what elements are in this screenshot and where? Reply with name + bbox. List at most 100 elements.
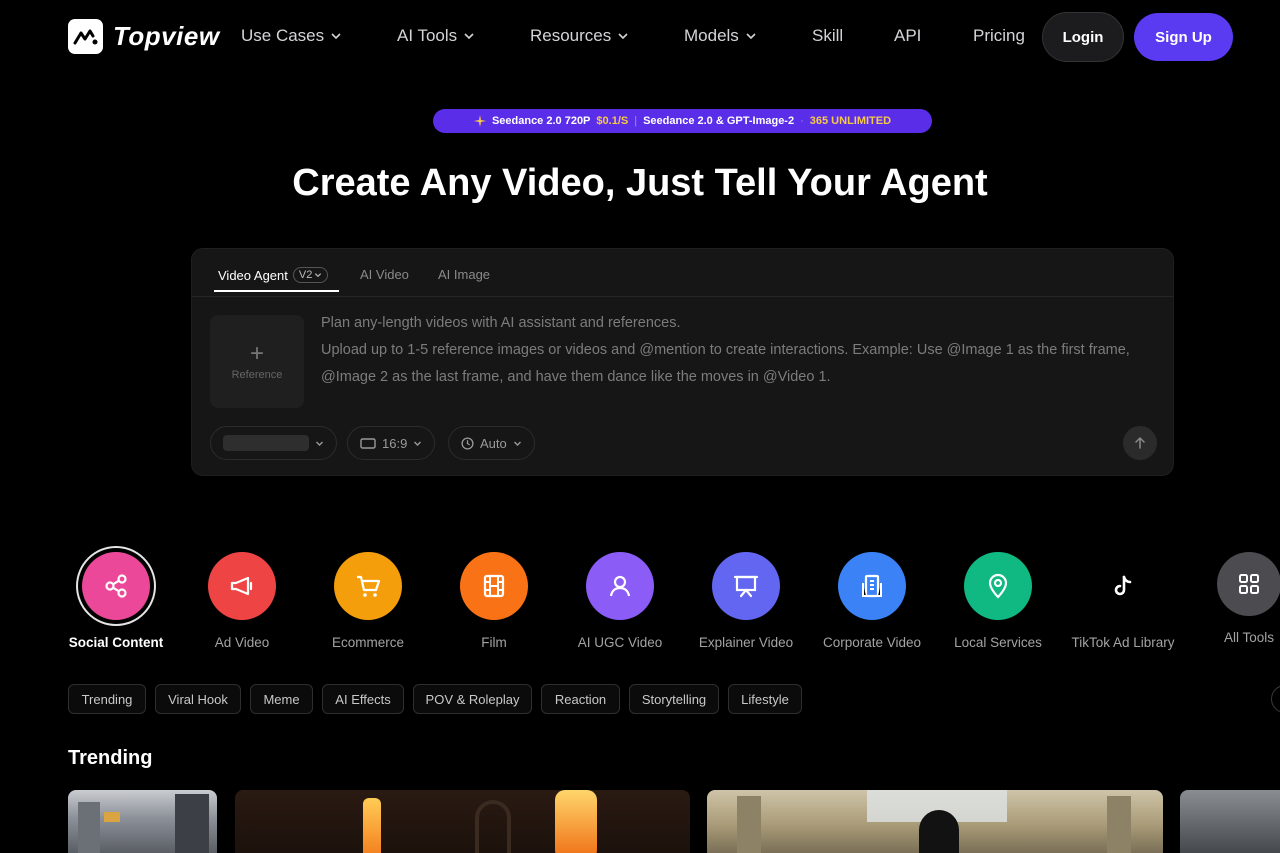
category-corporate-video[interactable]: Corporate Video: [807, 552, 937, 650]
category-explainer-video[interactable]: Explainer Video: [681, 552, 811, 650]
nav-item-label: Use Cases: [241, 26, 325, 45]
category-label: All Tools: [1223, 630, 1275, 645]
chevron-down-icon: [331, 33, 341, 40]
film-icon: [460, 552, 528, 620]
brand-name: Topview: [113, 21, 220, 51]
thumbnail-building-shape: [78, 802, 100, 853]
promo-models-pair: Seedance 2.0 & GPT-Image-2: [643, 115, 795, 127]
nav-pricing[interactable]: Pricing: [973, 26, 1025, 46]
chip-lifestyle[interactable]: Lifestyle: [728, 684, 802, 714]
thumbnail-flame-shape: [555, 790, 597, 853]
brand-logo[interactable]: Topview: [68, 19, 220, 54]
category-label: Ad Video: [214, 635, 270, 650]
megaphone-icon: [208, 552, 276, 620]
promo-divider: |: [634, 115, 638, 127]
chevron-down-icon: [464, 33, 474, 40]
trending-video-thumbnail[interactable]: [707, 790, 1163, 853]
category-local-services[interactable]: Local Services: [933, 552, 1063, 650]
tab-video-agent[interactable]: Video Agent V2: [218, 267, 329, 283]
nav-api[interactable]: API: [894, 26, 921, 46]
category-ad-video[interactable]: Ad Video: [177, 552, 307, 650]
nav-item-label: Pricing: [973, 26, 1025, 45]
prompt-panel: Video Agent V2 AI Video AI Image + Refer…: [191, 248, 1174, 476]
signup-button[interactable]: Sign Up: [1134, 13, 1233, 61]
reference-upload-button[interactable]: + Reference: [210, 315, 304, 408]
reference-label: Reference: [231, 368, 283, 381]
top-nav: Topview Use Cases AI Tools Resources Mod…: [0, 0, 1280, 72]
presentation-icon: [712, 552, 780, 620]
nav-item-label: AI Tools: [397, 26, 458, 45]
person-icon: [586, 552, 654, 620]
plus-icon: +: [249, 339, 264, 367]
version-label: V2: [298, 269, 313, 281]
send-button[interactable]: [1123, 426, 1157, 460]
nav-item-label: Skill: [812, 26, 844, 45]
category-label: TikTok Ad Library: [1071, 635, 1175, 650]
chevron-down-icon: [618, 33, 628, 40]
aspect-ratio-value: 16:9: [382, 435, 408, 451]
logo-mark-icon: [68, 19, 103, 54]
model-name-placeholder: [223, 435, 309, 451]
chevron-down-icon: [315, 273, 322, 278]
hero-title: Create Any Video, Just Tell Your Agent: [292, 162, 988, 204]
prompt-placeholder-line2: Upload up to 1-5 reference images or vid…: [321, 342, 1130, 385]
location-pin-icon: [964, 552, 1032, 620]
chip-storytelling[interactable]: Storytelling: [629, 684, 719, 714]
prompt-input[interactable]: Plan any-length videos with AI assistant…: [321, 310, 1161, 391]
trending-video-thumbnail[interactable]: [235, 790, 690, 853]
building-icon: [838, 552, 906, 620]
nav-skill[interactable]: Skill: [812, 26, 843, 46]
thumbnail-column-shape: [737, 796, 761, 853]
tiktok-icon: [1089, 552, 1157, 620]
aspect-ratio-selector[interactable]: 16:9: [347, 426, 436, 460]
nav-resources[interactable]: Resources: [530, 26, 629, 46]
login-button[interactable]: Login: [1042, 12, 1124, 62]
prompt-placeholder-line1: Plan any-length videos with AI assistant…: [321, 315, 681, 331]
chip-viral-hook[interactable]: Viral Hook: [155, 684, 241, 714]
chevron-down-icon: [316, 441, 323, 446]
category-social-content[interactable]: Social Content: [51, 552, 181, 650]
category-all-tools[interactable]: All Tools: [1184, 552, 1280, 645]
cart-icon: [334, 552, 402, 620]
chip-pov-roleplay[interactable]: POV & Roleplay: [413, 684, 532, 714]
share-icon: [82, 552, 150, 620]
category-label: Corporate Video: [822, 635, 922, 650]
thumbnail-column-shape: [1107, 796, 1131, 853]
chips-scroll-right-button[interactable]: [1271, 685, 1280, 713]
nav-item-label: Resources: [530, 26, 612, 45]
promo-banner[interactable]: Seedance 2.0 720P $0.1/S | Seedance 2.0 …: [433, 109, 932, 133]
chip-trending[interactable]: Trending: [68, 684, 146, 714]
nav-item-label: API: [894, 26, 922, 45]
chip-reaction[interactable]: Reaction: [541, 684, 620, 714]
promo-price: $0.1/S: [596, 115, 629, 127]
nav-ai-tools[interactable]: AI Tools: [397, 26, 475, 46]
category-label: Social Content: [68, 635, 164, 650]
tab-ai-video[interactable]: AI Video: [360, 267, 409, 282]
trending-video-thumbnail[interactable]: [68, 790, 217, 853]
chip-ai-effects[interactable]: AI Effects: [322, 684, 404, 714]
trending-video-thumbnail[interactable]: [1180, 790, 1280, 853]
model-selector[interactable]: [210, 426, 337, 460]
tab-ai-image[interactable]: AI Image: [438, 267, 490, 282]
category-label: Film: [481, 635, 507, 650]
nav-use-cases[interactable]: Use Cases: [241, 26, 342, 46]
aspect-ratio-icon: [360, 437, 376, 449]
promo-dot: ·: [800, 115, 804, 127]
section-title-trending: Trending: [68, 747, 153, 769]
duration-selector[interactable]: Auto: [448, 426, 535, 460]
promo-model: Seedance 2.0 720P: [491, 115, 591, 127]
chip-meme[interactable]: Meme: [250, 684, 313, 714]
nav-models[interactable]: Models: [684, 26, 757, 46]
arrow-up-icon: [1135, 436, 1145, 449]
promo-unlimited: 365 UNLIMITED: [809, 115, 892, 127]
category-film[interactable]: Film: [429, 552, 559, 650]
chevron-down-icon: [513, 441, 521, 446]
category-ecommerce[interactable]: Ecommerce: [303, 552, 433, 650]
active-tab-indicator: [214, 290, 339, 292]
category-label: AI UGC Video: [577, 635, 663, 650]
thumbnail-figure-shape: [919, 810, 959, 853]
thumbnail-sign-shape: [104, 812, 120, 822]
version-badge[interactable]: V2: [292, 267, 329, 283]
category-ai-ugc-video[interactable]: AI UGC Video: [555, 552, 685, 650]
category-tiktok-ad-library[interactable]: TikTok Ad Library: [1058, 552, 1188, 650]
